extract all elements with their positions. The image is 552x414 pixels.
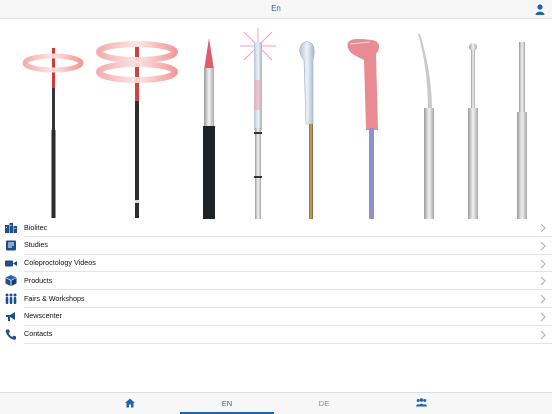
menu-item-coloproctology-videos[interactable]: Coloproctology Videos <box>5 255 552 273</box>
menu-item-label: Fairs & Workshops <box>24 293 85 303</box>
megaphone-icon <box>6 311 15 321</box>
menu-item-newscenter[interactable]: Newscenter <box>6 308 552 326</box>
menu-item-label: Newscenter <box>24 311 62 321</box>
menu-item-label: Products <box>24 275 53 285</box>
probe-straight <box>517 42 527 219</box>
box-icon <box>5 275 17 287</box>
hero-image <box>0 20 552 219</box>
chevron-right-icon <box>540 294 546 304</box>
probe-ring <box>22 48 84 218</box>
people-icon <box>5 293 17 305</box>
probe-ball-tip <box>468 43 478 219</box>
menu-item-biolitec[interactable]: Biolitec <box>5 219 552 237</box>
menu-item-label: Coloproctology Videos <box>24 258 96 268</box>
menu-item-fairs-workshops[interactable]: Fairs & Workshops <box>5 290 552 308</box>
user-icon[interactable] <box>535 4 545 15</box>
tab-home[interactable] <box>83 393 177 414</box>
tab-group[interactable] <box>374 393 468 414</box>
chevron-right-icon <box>540 330 546 340</box>
menu-item-studies[interactable]: Studies <box>6 237 552 255</box>
probe-needle <box>418 34 434 219</box>
main-menu: Biolitec Studies Coloproctology Videos P… <box>0 219 552 344</box>
tab-en[interactable]: EN <box>180 393 274 414</box>
tab-label: DE <box>318 399 330 408</box>
chevron-right-icon <box>540 276 546 286</box>
language-indicator[interactable]: En <box>0 4 552 13</box>
phone-icon <box>5 329 16 340</box>
company-icon <box>5 223 17 233</box>
tab-de[interactable]: DE <box>277 393 371 414</box>
probe-tips-illustration <box>22 28 527 219</box>
probe-pointed-black <box>203 38 215 219</box>
probe-hook <box>299 41 315 219</box>
probe-radial <box>240 28 276 219</box>
menu-item-contacts[interactable]: Contacts <box>5 326 552 344</box>
book-icon <box>6 240 16 251</box>
group-icon <box>416 398 427 407</box>
bottom-tab-bar: EN DE <box>0 392 552 414</box>
tab-label: EN <box>221 399 233 408</box>
menu-item-label: Contacts <box>24 329 53 339</box>
chevron-right-icon <box>540 223 546 233</box>
chevron-right-icon <box>540 312 546 322</box>
menu-item-label: Biolitec <box>24 222 48 232</box>
probe-red-hook <box>347 38 380 219</box>
chevron-right-icon <box>540 241 546 251</box>
top-bar: En <box>0 0 552 19</box>
chevron-right-icon <box>540 259 546 269</box>
video-camera-icon <box>5 260 17 267</box>
menu-item-products[interactable]: Products <box>5 272 552 291</box>
probe-double-ring <box>96 41 178 218</box>
menu-item-label: Studies <box>24 240 48 250</box>
home-icon <box>125 398 135 408</box>
